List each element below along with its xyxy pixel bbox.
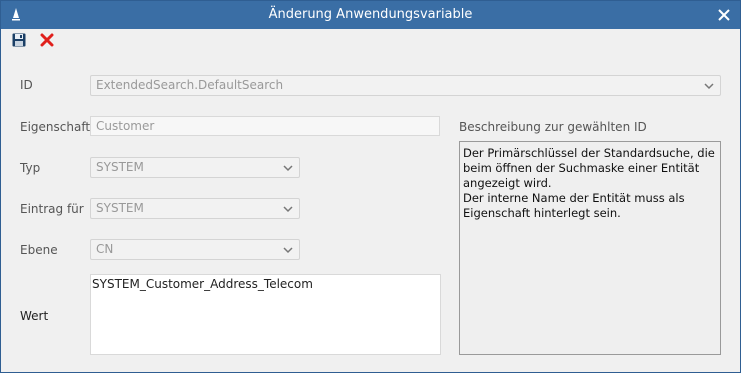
description-box: Der Primärschlüssel der Standardsuche, d… <box>459 141 721 355</box>
id-combobox[interactable]: ExtendedSearch.DefaultSearch <box>90 75 721 96</box>
eintrag-value: SYSTEM <box>96 201 144 215</box>
chevron-down-icon <box>283 247 293 254</box>
id-value: ExtendedSearch.DefaultSearch <box>96 78 284 92</box>
eigenschaft-field[interactable]: Customer <box>90 116 440 136</box>
chevron-down-icon <box>704 83 714 90</box>
id-label: ID <box>20 78 33 92</box>
eintrag-label: Eintrag für <box>20 202 84 216</box>
wert-textarea[interactable]: SYSTEM_Customer_Address_Telecom <box>90 274 441 355</box>
description-label: Beschreibung zur gewählten ID <box>459 120 647 134</box>
eintrag-combobox[interactable]: SYSTEM <box>90 198 300 219</box>
chevron-down-icon <box>283 206 293 213</box>
cancel-icon <box>40 33 54 47</box>
ebene-combobox[interactable]: CN <box>90 239 300 260</box>
typ-label: Typ <box>20 161 41 175</box>
eigenschaft-label: Eigenschaft <box>20 120 91 134</box>
toolbar <box>1 29 740 51</box>
wert-label: Wert <box>20 309 49 323</box>
close-icon[interactable] <box>716 7 732 23</box>
save-icon <box>12 33 26 47</box>
window-title: Änderung Anwendungsvariable <box>268 7 473 22</box>
cancel-button[interactable] <box>38 31 56 49</box>
typ-combobox[interactable]: SYSTEM <box>90 157 300 178</box>
ebene-value: CN <box>96 242 114 256</box>
ebene-label: Ebene <box>20 243 58 257</box>
dialog-window: Änderung Anwendungsvariable ID ExtendedS… <box>0 0 741 373</box>
typ-value: SYSTEM <box>96 160 144 174</box>
title-bar[interactable]: Änderung Anwendungsvariable <box>1 1 740 29</box>
save-button[interactable] <box>10 31 28 49</box>
chevron-down-icon <box>283 165 293 172</box>
